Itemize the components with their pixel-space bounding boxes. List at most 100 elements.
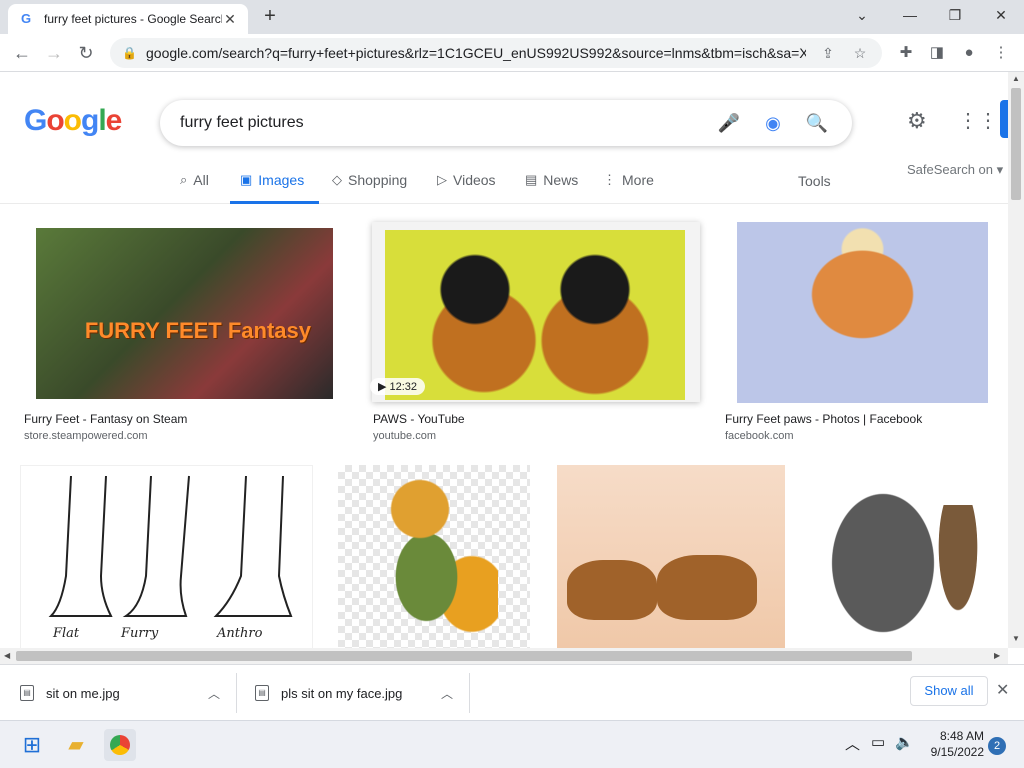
download-item-1[interactable]: ▤ sit on me.jpg ︿	[20, 665, 220, 721]
side-panel-icon[interactable]: ◨	[926, 42, 948, 64]
scroll-down-arrow-icon[interactable]: ▼	[1012, 634, 1020, 643]
search-input[interactable]: furry feet pictures	[180, 114, 700, 132]
search-box[interactable]: furry feet pictures 🎤 ◉ 🔍	[160, 100, 852, 146]
result-source-2[interactable]: youtube.com	[373, 430, 436, 442]
system-clock[interactable]: 8:48 AM 9/15/2022	[922, 728, 984, 760]
tab-shopping-label: Shopping	[348, 172, 408, 188]
close-tab-icon[interactable]: ✕	[222, 11, 238, 28]
file-icon: ▤	[255, 685, 269, 701]
file-explorer-icon[interactable]: ▰	[60, 729, 92, 761]
divider	[469, 673, 470, 713]
result-title-2[interactable]: PAWS - YouTube	[373, 412, 465, 426]
close-window-button[interactable]: ✕	[987, 4, 1015, 26]
tab-more-label: More	[622, 172, 654, 188]
minimize-button[interactable]: —	[896, 4, 924, 26]
google-favicon-icon: G	[20, 11, 32, 26]
download-item-2[interactable]: ▤ pls sit on my face.jpg ︿	[255, 665, 453, 721]
share-icon[interactable]: ⇪	[818, 45, 838, 62]
restore-button[interactable]: ❐	[941, 4, 969, 26]
chrome-menu-icon[interactable]: ⋮	[990, 42, 1012, 64]
tab-videos-label: Videos	[453, 172, 496, 188]
reload-button[interactable]: ↻	[74, 41, 98, 65]
url-text: google.com/search?q=furry+feet+pictures&…	[146, 45, 806, 61]
horizontal-scrollbar[interactable]: ◀ ▶	[0, 648, 1008, 664]
bookmark-star-icon[interactable]: ☆	[850, 45, 870, 62]
scroll-up-arrow-icon[interactable]: ▲	[1012, 74, 1020, 83]
address-bar[interactable]: 🔒 google.com/search?q=furry+feet+picture…	[110, 38, 882, 68]
chevron-up-icon[interactable]: ︿	[441, 685, 453, 702]
result-image-7[interactable]	[808, 465, 1003, 650]
forward-button[interactable]: →	[42, 41, 66, 65]
browser-tab[interactable]: G furry feet pictures - Google Search ✕	[8, 4, 248, 34]
tab-all-label: All	[193, 172, 209, 188]
show-all-downloads-button[interactable]: Show all	[910, 676, 988, 706]
result-source-3[interactable]: facebook.com	[725, 430, 793, 442]
profile-avatar-icon[interactable]: ●	[958, 42, 980, 64]
video-duration-badge: ▶ 12:32	[370, 378, 426, 395]
slipper-left	[567, 560, 657, 620]
clock-date: 9/15/2022	[930, 745, 984, 759]
lock-icon: 🔒	[122, 46, 137, 60]
clock-time: 8:48 AM	[939, 729, 984, 743]
tab-videos[interactable]: ▷ Videos	[437, 168, 496, 204]
microphone-icon[interactable]: 🎤	[714, 113, 744, 134]
video-duration: 12:32	[389, 381, 418, 393]
windows-start-icon[interactable]: ⊞	[16, 729, 48, 761]
search-icon[interactable]: 🔍	[802, 113, 832, 134]
paws-video-thumbnail	[385, 230, 685, 400]
tab-images[interactable]: ▣ Images	[230, 168, 319, 204]
tab-more[interactable]: ⋮ More	[603, 168, 654, 204]
back-button[interactable]: ←	[10, 41, 34, 65]
result-title-3[interactable]: Furry Feet paws - Photos | Facebook	[725, 412, 922, 426]
sign-in-button[interactable]	[1000, 100, 1008, 138]
tab-all[interactable]: ⌕ All	[180, 168, 209, 204]
news-icon: ▤	[525, 172, 538, 187]
windows-taskbar: ⊞ ▰ ︿ ▭ 🔈 8:48 AM 9/15/2022 2	[0, 720, 1024, 768]
slipper-right	[657, 555, 757, 620]
vertical-scroll-thumb[interactable]	[1011, 88, 1021, 200]
divider	[236, 673, 237, 713]
camera-lens-icon[interactable]: ◉	[758, 113, 788, 134]
tools-button[interactable]: Tools	[798, 173, 831, 189]
browser-toolbar: ← → ↻ 🔒 google.com/search?q=furry+feet+p…	[0, 34, 1024, 72]
notification-badge[interactable]: 2	[988, 737, 1006, 755]
tab-news[interactable]: ▤ News	[525, 168, 578, 204]
result-image-4[interactable]: Flat Furry Anthro	[20, 465, 313, 650]
more-vert-icon: ⋮	[603, 172, 616, 187]
network-icon[interactable]: ▭	[871, 733, 885, 751]
new-tab-button[interactable]: +	[260, 6, 280, 26]
chrome-logo-icon	[110, 735, 130, 755]
result-image-1[interactable]: FURRY FEET Fantasy	[36, 228, 333, 399]
download-bar: ▤ sit on me.jpg ︿ ▤ pls sit on my face.j…	[0, 664, 1024, 720]
tab-search-chevron-icon[interactable]: ⌄	[848, 4, 876, 26]
result-title-1[interactable]: Furry Feet - Fantasy on Steam	[24, 412, 187, 426]
sketch-label-anthro: Anthro	[217, 626, 263, 641]
chrome-taskbar-icon[interactable]	[104, 729, 136, 761]
sketch-label-furry: Furry	[121, 626, 159, 641]
bear-figure	[928, 505, 988, 645]
sketch-label-flat: Flat	[53, 626, 80, 641]
download-filename-1: sit on me.jpg	[46, 685, 120, 701]
tray-chevron-up-icon[interactable]: ︿	[845, 733, 860, 754]
scroll-right-arrow-icon[interactable]: ▶	[994, 651, 1000, 660]
result-image-5[interactable]	[338, 465, 530, 650]
result-image-3[interactable]	[737, 222, 988, 403]
chevron-up-icon[interactable]: ︿	[208, 685, 220, 702]
vertical-scrollbar[interactable]: ▲ ▼	[1008, 72, 1024, 648]
scroll-left-arrow-icon[interactable]: ◀	[4, 651, 10, 660]
horizontal-scroll-thumb[interactable]	[16, 651, 912, 661]
tab-news-label: News	[543, 172, 579, 188]
tab-shopping[interactable]: ◇ Shopping	[332, 168, 407, 204]
file-icon: ▤	[20, 685, 34, 701]
volume-icon[interactable]: 🔈	[895, 733, 914, 751]
close-download-bar-icon[interactable]: ✕	[996, 680, 1009, 700]
search-tabs: ⌕ All ▣ Images ◇ Shopping ▷ Videos ▤ News ⋮ Mo…	[0, 168, 1008, 204]
result-image-2[interactable]	[372, 222, 700, 402]
result-image-6[interactable]	[557, 465, 785, 650]
settings-gear-icon[interactable]: ⚙	[907, 108, 927, 134]
result-source-1[interactable]: store.steampowered.com	[24, 430, 148, 442]
tab-images-label: Images	[258, 172, 305, 188]
extensions-icon[interactable]: ✚	[895, 42, 917, 64]
tag-icon: ◇	[332, 172, 342, 187]
google-logo[interactable]: Google	[24, 104, 122, 138]
